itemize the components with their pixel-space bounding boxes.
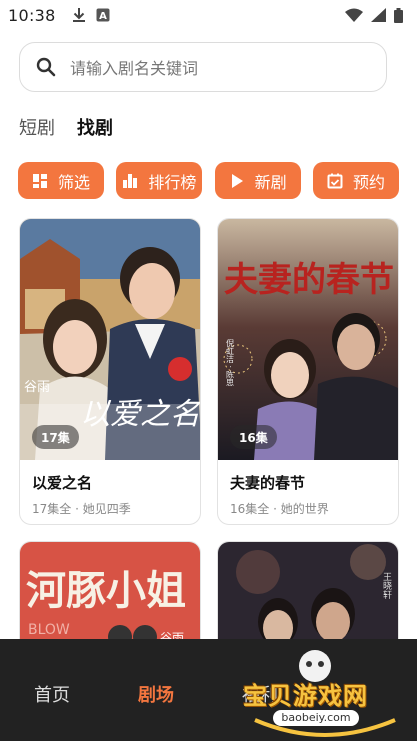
new-drama-button[interactable]: 新剧 [214,162,301,199]
drama-title: 夫妻的春节 [230,474,306,492]
grid-icon [32,173,47,188]
a-notification-icon: A [96,8,110,22]
bar-chart-icon [123,173,138,188]
poster-image-2: 夫妻的春节 倪虹洁 · 陈思 [218,219,398,460]
drama-card[interactable]: 谷雨 以爱之名 17集 以爱之名 17集全 · 她见四季 [19,218,201,525]
drama-title: 以爱之名 [32,474,93,492]
poster-image-3: 河豚小姐 BLOW 谷雨 [20,542,200,651]
poster-title: 夫妻的春节 [224,260,394,300]
poster-title: 以爱之名 [80,397,201,432]
poster-brand: 谷雨 [24,380,50,395]
tab-short-drama[interactable]: 短剧 [19,114,55,140]
drama-card[interactable]: 王晓轩 [217,541,399,651]
filter-button-label: 筛选 [57,172,90,192]
ranking-button[interactable]: 排行榜 [116,162,203,199]
poster-sub: BLOW [28,622,70,638]
ranking-button-label: 排行榜 [148,172,197,192]
poster-sub: 倪虹洁 · 陈思 [226,338,235,387]
tab-find-drama[interactable]: 找剧 [77,114,113,140]
calendar-check-icon [327,173,343,188]
a-icon-letter: A [99,11,107,22]
drama-poster: 夫妻的春节 倪虹洁 · 陈思 16集 [218,219,398,460]
wifi-icon [345,8,363,22]
search-placeholder: 请输入剧名关键词 [70,59,199,78]
new-drama-button-label: 新剧 [254,172,287,192]
status-left-icons: A [72,7,110,23]
poster-image-1: 谷雨 以爱之名 [20,219,201,460]
reserve-button[interactable]: 预约 [312,162,399,199]
watermark-text: 宝贝游戏网 [243,682,368,710]
search-icon [36,57,56,77]
drama-meta: 17集全 · 她见四季 [32,502,131,516]
signal-icon [371,8,386,22]
drama-grid-row-2: 河豚小姐 BLOW 谷雨 王晓轩 [19,541,399,651]
top-tabs: 短剧 找剧 [19,114,113,140]
drama-poster: 谷雨 以爱之名 17集 [20,219,201,460]
watermark-url: baobeiy.com [273,710,359,726]
watermark: 宝贝游戏网 baobeiy.com [235,640,417,740]
play-icon [231,173,243,188]
status-right-icons [345,7,403,23]
search-input[interactable]: 请输入剧名关键词 [19,42,387,92]
status-time: 10:38 [8,5,56,25]
reserve-button-label: 预约 [352,172,385,192]
download-icon [72,7,86,23]
poster-sub: 王晓轩 [381,572,392,600]
drama-grid: 谷雨 以爱之名 17集 以爱之名 17集全 · 她见四季 夫妻的春节 倪虹洁 ·… [19,218,399,525]
episode-count-badge: 17集 [32,425,79,449]
drama-card[interactable]: 河豚小姐 BLOW 谷雨 [19,541,201,651]
battery-icon [394,7,403,23]
filter-chips: 筛选 排行榜 新剧 预约 [18,162,399,199]
nav-theater[interactable]: 剧场 [138,681,174,707]
episode-count-badge: 16集 [230,425,277,449]
filter-button[interactable]: 筛选 [18,162,104,199]
status-bar: 10:38 A [0,0,417,30]
nav-home[interactable]: 首页 [34,681,70,707]
poster-image-4: 王晓轩 [218,542,398,651]
drama-meta: 16集全 · 她的世界 [230,502,329,516]
poster-title: 河豚小姐 [26,568,186,614]
drama-card[interactable]: 夫妻的春节 倪虹洁 · 陈思 16集 夫妻的春节 16集全 · 她的世界 [217,218,399,525]
